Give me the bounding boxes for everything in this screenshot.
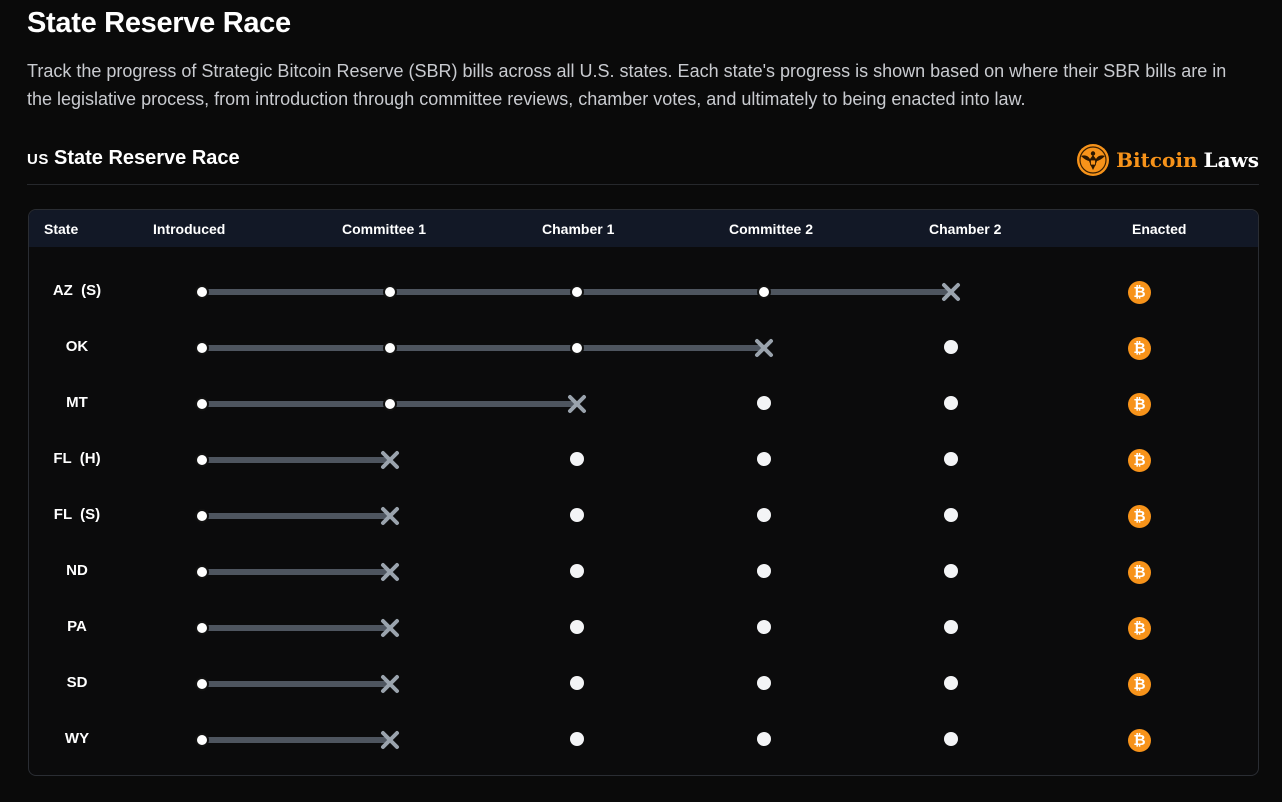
us-flag-icon: US bbox=[27, 151, 49, 168]
stage-failed-x-icon bbox=[381, 619, 399, 637]
table-row: SD ₿ bbox=[29, 655, 1258, 711]
stage-pending-dot bbox=[757, 676, 771, 690]
stage-pending-dot bbox=[944, 564, 958, 578]
stage-failed-x-icon bbox=[381, 731, 399, 749]
bitcoin-icon: ₿ bbox=[1128, 673, 1151, 696]
brand-word-laws: Laws bbox=[1203, 148, 1260, 172]
table-row: MT ₿ bbox=[29, 375, 1258, 431]
stage-completed-dot bbox=[195, 677, 209, 691]
bitcoin-icon: ₿ bbox=[1128, 393, 1151, 416]
column-header-committee-2: Committee 2 bbox=[729, 221, 814, 237]
page-description: Track the progress of Strategic Bitcoin … bbox=[27, 61, 1227, 109]
table-row: FL (H) ₿ bbox=[29, 431, 1258, 487]
progress-track bbox=[202, 457, 390, 463]
state-label: FL (H) bbox=[53, 450, 101, 467]
bitcoin-icon: ₿ bbox=[1128, 337, 1151, 360]
stage-pending-dot bbox=[944, 508, 958, 522]
stage-failed-x-icon bbox=[381, 675, 399, 693]
table-row: WY ₿ bbox=[29, 711, 1258, 767]
stage-completed-dot bbox=[383, 285, 397, 299]
state-label: MT bbox=[66, 394, 88, 411]
column-header-state: State bbox=[44, 221, 79, 237]
section-header: US State Reserve Race Bitcoin Laws bbox=[27, 140, 1259, 185]
state-label: PA bbox=[67, 618, 87, 635]
stage-pending-dot bbox=[570, 620, 584, 634]
column-header-chamber-2: Chamber 2 bbox=[929, 221, 1002, 237]
stage-completed-dot bbox=[195, 565, 209, 579]
bitcoin-icon: ₿ bbox=[1128, 617, 1151, 640]
bitcoin-icon: ₿ bbox=[1128, 281, 1151, 304]
stage-completed-dot bbox=[383, 397, 397, 411]
progress-track bbox=[202, 513, 390, 519]
column-header-chamber-1: Chamber 1 bbox=[542, 221, 615, 237]
table-row: PA ₿ bbox=[29, 599, 1258, 655]
state-label: AZ (S) bbox=[52, 282, 102, 299]
stage-completed-dot bbox=[195, 733, 209, 747]
table-row: FL (S) ₿ bbox=[29, 487, 1258, 543]
stage-pending-dot bbox=[757, 564, 771, 578]
stage-completed-dot bbox=[757, 285, 771, 299]
bitcoin-icon: ₿ bbox=[1128, 561, 1151, 584]
stage-completed-dot bbox=[570, 285, 584, 299]
stage-completed-dot bbox=[195, 397, 209, 411]
stage-pending-dot bbox=[570, 508, 584, 522]
state-label: OK bbox=[65, 338, 89, 355]
bitcoin-laws-logo[interactable]: Bitcoin Laws bbox=[1076, 143, 1259, 177]
progress-track bbox=[202, 569, 390, 575]
stage-completed-dot bbox=[195, 453, 209, 467]
stage-failed-x-icon bbox=[381, 451, 399, 469]
state-label: ND bbox=[66, 562, 88, 579]
column-header-enacted: Enacted bbox=[1132, 221, 1187, 237]
stage-pending-dot bbox=[570, 564, 584, 578]
stage-pending-dot bbox=[757, 452, 771, 466]
progress-track bbox=[202, 737, 390, 743]
stage-pending-dot bbox=[570, 732, 584, 746]
progress-track bbox=[202, 625, 390, 631]
eagle-seal-icon bbox=[1077, 144, 1110, 176]
table-row: ND ₿ bbox=[29, 543, 1258, 599]
stage-completed-dot bbox=[195, 509, 209, 523]
stage-completed-dot bbox=[195, 341, 209, 355]
stage-completed-dot bbox=[383, 341, 397, 355]
stage-pending-dot bbox=[944, 340, 958, 354]
stage-completed-dot bbox=[570, 341, 584, 355]
table-row: AZ (S) ₿ bbox=[29, 263, 1258, 319]
stage-pending-dot bbox=[570, 676, 584, 690]
stage-failed-x-icon bbox=[568, 395, 586, 413]
state-label: WY bbox=[64, 730, 90, 747]
stage-pending-dot bbox=[757, 396, 771, 410]
page-title: State Reserve Race bbox=[27, 7, 291, 39]
stage-pending-dot bbox=[757, 620, 771, 634]
bitcoin-icon: ₿ bbox=[1128, 729, 1151, 752]
stage-completed-dot bbox=[195, 621, 209, 635]
stage-pending-dot bbox=[944, 620, 958, 634]
bitcoin-icon: ₿ bbox=[1128, 449, 1151, 472]
table-header: State Introduced Committee 1 Chamber 1 C… bbox=[29, 210, 1258, 247]
stage-pending-dot bbox=[944, 452, 958, 466]
stage-failed-x-icon bbox=[381, 563, 399, 581]
column-header-committee-1: Committee 1 bbox=[342, 221, 427, 237]
stage-pending-dot bbox=[757, 508, 771, 522]
section-title: State Reserve Race bbox=[54, 147, 240, 169]
stage-pending-dot bbox=[757, 732, 771, 746]
stage-pending-dot bbox=[944, 732, 958, 746]
state-reserve-table: State Introduced Committee 1 Chamber 1 C… bbox=[28, 209, 1259, 776]
progress-track bbox=[202, 345, 764, 351]
stage-failed-x-icon bbox=[381, 507, 399, 525]
table-row: OK ₿ bbox=[29, 319, 1258, 375]
progress-track bbox=[202, 681, 390, 687]
state-label: FL (S) bbox=[53, 506, 101, 523]
state-label: SD bbox=[66, 674, 88, 691]
stage-pending-dot bbox=[570, 452, 584, 466]
stage-failed-x-icon bbox=[755, 339, 773, 357]
stage-pending-dot bbox=[944, 396, 958, 410]
stage-completed-dot bbox=[195, 285, 209, 299]
brand-word-bitcoin: Bitcoin bbox=[1116, 148, 1198, 172]
stage-failed-x-icon bbox=[942, 283, 960, 301]
column-header-introduced: Introduced bbox=[153, 221, 226, 237]
stage-pending-dot bbox=[944, 676, 958, 690]
bitcoin-icon: ₿ bbox=[1128, 505, 1151, 528]
